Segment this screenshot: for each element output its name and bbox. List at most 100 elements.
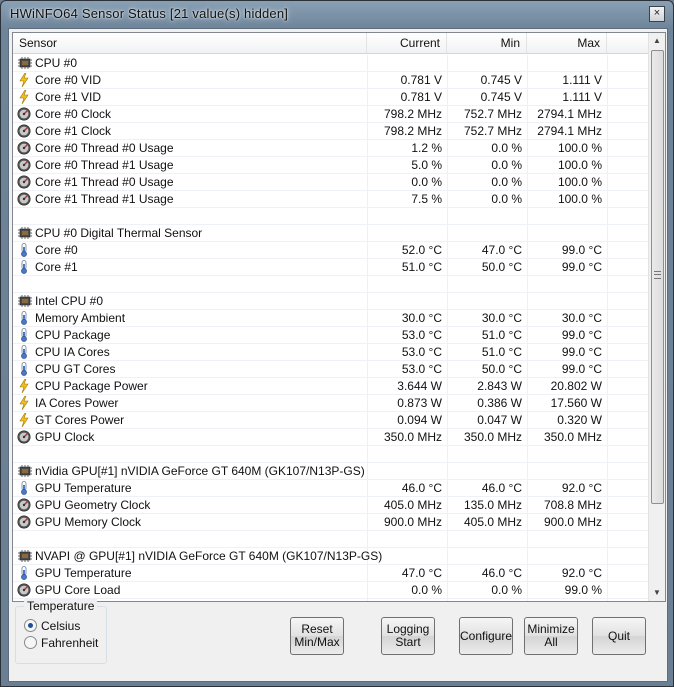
temperature-unit-group: Temperature Celsius Fahrenheit [15,599,107,664]
sensor-row[interactable]: Core #1 Thread #1 Usage 7.5 % 0.0 % 100.0 % [13,191,648,208]
min-value: 0.386 W [477,396,522,410]
max-value: 92.0 °C [561,566,602,580]
current-value: 405.0 MHz [383,498,442,512]
sensor-group-row[interactable]: CPU #0 [13,55,648,72]
scroll-thumb[interactable] [651,50,664,504]
sensor-row[interactable]: CPU IA Cores 53.0 °C 51.0 °C 99.0 °C [13,344,648,361]
min-value: 51.0 °C [481,328,522,342]
thermometer-icon [17,243,31,257]
sensor-row[interactable]: CPU Package 53.0 °C 51.0 °C 99.0 °C [13,327,648,344]
sensor-name-cell: GPU Temperature [17,480,367,496]
column-min[interactable]: Min [447,33,527,53]
sensor-row[interactable]: GPU Temperature 46.0 °C 46.0 °C 92.0 °C [13,480,648,497]
column-max[interactable]: Max [527,33,607,53]
current-value: 46.0 °C [401,481,442,495]
sensor-row[interactable]: Core #0 52.0 °C 47.0 °C 99.0 °C [13,242,648,259]
min-value: 752.7 MHz [463,124,522,138]
current-value: 53.0 °C [401,345,442,359]
sensor-row[interactable]: Core #1 Thread #0 Usage 0.0 % 0.0 % 100.0 % [13,174,648,191]
sensor-row[interactable]: IA Cores Power 0.873 W 0.386 W 17.560 W [13,395,648,412]
sensor-name-cell: GPU Geometry Clock [17,497,367,513]
gauge-icon [17,175,31,189]
voltage-icon [17,378,31,394]
sensor-name-cell: Core #0 [17,242,367,258]
spacer-row [13,446,648,463]
sensor-group-row[interactable]: NVAPI @ GPU[#1] nVIDIA GeForce GT 640M (… [13,548,648,565]
sensor-row[interactable]: GPU Memory Clock 900.0 MHz 405.0 MHz 900.0 … [13,514,648,531]
sensor-row[interactable]: Core #1 Clock 798.2 MHz 752.7 MHz 2794.1 MH… [13,123,648,140]
sensor-row[interactable]: GPU Geometry Clock 405.0 MHz 135.0 MHz 708.… [13,497,648,514]
logging-start-button[interactable]: Logging Start [381,617,435,655]
sensor-row[interactable]: Memory Ambient 30.0 °C 30.0 °C 30.0 °C [13,310,648,327]
gauge-icon [17,430,31,444]
sensor-row[interactable]: Core #1 VID 0.781 V 0.745 V 1.111 V [13,89,648,106]
sensor-name: CPU IA Cores [35,345,110,359]
gauge-icon [17,107,31,121]
close-button[interactable]: × [649,6,665,22]
sensor-group-row[interactable]: nVidia GPU[#1] nVIDIA GeForce GT 640M (G… [13,463,648,480]
voltage-icon [17,395,31,411]
sensor-name-cell: Core #1 Thread #0 Usage [17,174,367,190]
sensor-row[interactable]: CPU Package Power 3.644 W 2.843 W 20.802 W [13,378,648,395]
group-name-cell: CPU #0 [17,55,367,71]
max-value: 900.0 MHz [543,515,602,529]
minimize-all-button[interactable]: Minimize All [524,617,578,655]
column-sensor[interactable]: Sensor [13,33,367,53]
quit-button[interactable]: Quit [592,617,646,655]
max-value: 30.0 °C [561,311,602,325]
column-current[interactable]: Current [367,33,447,53]
sensor-row[interactable]: Core #0 Thread #0 Usage 1.2 % 0.0 % 100.0 % [13,140,648,157]
min-value: 0.0 % [491,158,522,172]
min-value: 350.0 MHz [463,430,522,444]
sensor-row[interactable]: CPU GT Cores 53.0 °C 50.0 °C 99.0 °C [13,361,648,378]
gauge-icon [17,515,31,529]
sensor-name: GPU Clock [35,430,95,444]
sensor-name: GPU Geometry Clock [35,498,151,512]
sensor-row[interactable]: Core #0 VID 0.781 V 0.745 V 1.111 V [13,72,648,89]
sensor-status-window: HWiNFO64 Sensor Status [21 value(s) hidd… [0,0,674,687]
sensor-group-row[interactable]: Intel CPU #0 [13,293,648,310]
grip-icon [654,271,661,279]
celsius-radio[interactable]: Celsius [24,619,80,633]
current-value: 47.0 °C [401,566,442,580]
max-value: 99.0 °C [561,328,602,342]
fahrenheit-radio[interactable]: Fahrenheit [24,636,98,650]
sensor-row[interactable]: Core #0 Thread #1 Usage 5.0 % 0.0 % 100.0 % [13,157,648,174]
sensor-name: Core #1 [35,260,78,274]
scroll-down-arrow[interactable]: ▼ [649,585,665,601]
sensor-row[interactable]: Core #0 Clock 798.2 MHz 752.7 MHz 2794.1 MH… [13,106,648,123]
sensor-row[interactable]: GPU Core Load 0.0 % 0.0 % 99.0 % [13,582,648,599]
configure-button[interactable]: Configure [459,617,513,655]
reset-minmax-button[interactable]: Reset Min/Max [290,617,344,655]
sensor-row[interactable]: Core #1 51.0 °C 50.0 °C 99.0 °C [13,259,648,276]
current-value: 900.0 MHz [383,515,442,529]
max-value: 17.560 W [550,396,602,410]
max-value: 100.0 % [557,141,602,155]
sensor-grid[interactable]: Sensor Current Min Max CPU #0 Core #0 VID… [12,32,666,602]
current-value: 30.0 °C [401,311,442,325]
sensor-row[interactable]: GPU Clock 350.0 MHz 350.0 MHz 350.0 MHz [13,429,648,446]
current-value: 0.781 V [400,90,442,104]
title-bar[interactable]: HWiNFO64 Sensor Status [21 value(s) hidd… [1,1,673,27]
vertical-scrollbar[interactable]: ▲ ▼ [648,33,665,601]
sensor-group-row[interactable]: CPU #0 Digital Thermal Sensor [13,225,648,242]
voltage-icon [17,89,31,105]
current-value: 51.0 °C [401,260,442,274]
min-value: 50.0 °C [481,260,522,274]
current-value: 0.0 % [411,175,442,189]
radio-unselected-icon [24,636,37,649]
scroll-up-arrow[interactable]: ▲ [649,33,665,49]
sensor-name-cell: Core #1 Clock [17,123,367,139]
group-name-cell: Intel CPU #0 [17,293,367,309]
max-value: 99.0 °C [561,345,602,359]
max-value: 99.0 % [564,583,602,597]
sensor-rows: CPU #0 Core #0 VID 0.781 V 0.745 V 1.111 V Co… [13,55,648,599]
sensor-name-cell: Core #0 Thread #0 Usage [17,140,367,156]
sensor-name: GPU Memory Clock [35,515,142,529]
sensor-name: CPU Package [35,328,111,342]
sensor-row[interactable]: GPU Temperature 47.0 °C 46.0 °C 92.0 °C [13,565,648,582]
sensor-row[interactable]: GT Cores Power 0.094 W 0.047 W 0.320 W [13,412,648,429]
sensor-name-cell: Core #0 Thread #1 Usage [17,157,367,173]
group-name: CPU #0 Digital Thermal Sensor [35,226,203,240]
gauge-icon [17,124,31,138]
